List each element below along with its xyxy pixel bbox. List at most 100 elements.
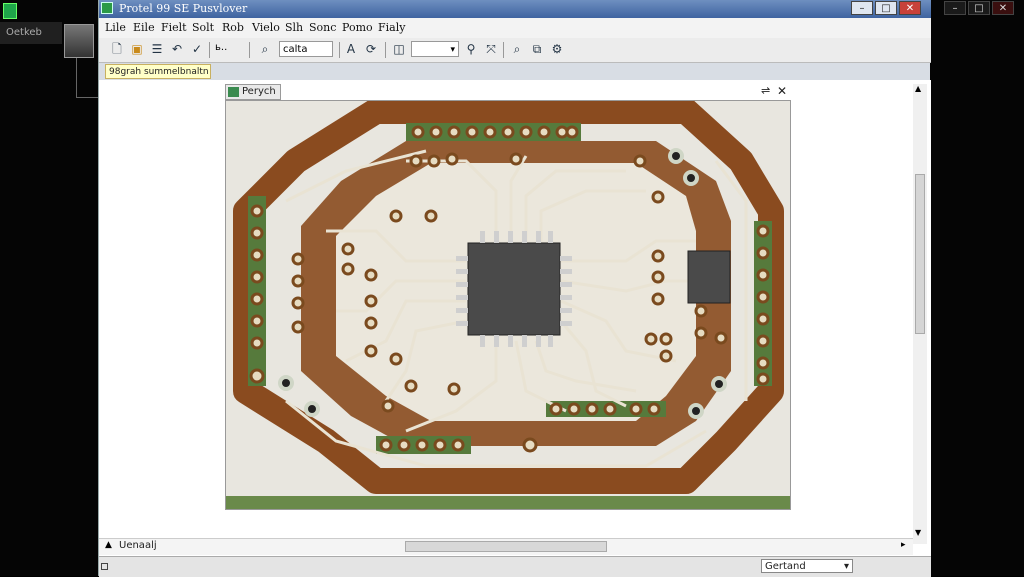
pad [756,356,770,370]
pad [250,270,264,284]
text-a-icon[interactable]: A [343,41,359,57]
connector-line [76,58,98,98]
horizontal-scroll-thumb[interactable] [405,541,607,552]
pad [756,268,770,282]
scroll-up-icon[interactable]: ▲ [915,84,921,93]
window-title: Protel 99 SE Pusvlover [119,2,248,15]
layer-icon[interactable]: ◫ [391,41,407,57]
pad [509,152,523,166]
pad [501,125,515,139]
app-logo-icon[interactable] [3,3,17,19]
pad [379,438,393,452]
left-header [248,196,266,386]
restore-button[interactable]: □ [875,1,897,15]
close-document-icon[interactable]: ✕ [777,84,787,98]
close-button[interactable]: ✕ [899,1,921,15]
menu-item-solt[interactable]: Solt [192,21,214,34]
pad [250,204,264,218]
scroll-down-icon[interactable]: ▼ [915,528,921,537]
menu-item-pomo[interactable]: Pomo [342,21,373,34]
pad [250,292,264,306]
status-text: Gertand [765,561,806,572]
menu-bar: Lile Eile Fielt Solt Rob Vielo Slh Sonc … [99,18,931,39]
pad [756,312,770,326]
pad [465,125,479,139]
drc-icon[interactable]: ⚙ [549,41,565,57]
zoom-icon[interactable]: ⌕ [257,41,273,57]
outer-minimize-button[interactable]: – [944,1,966,15]
pad [585,402,599,416]
undo-icon[interactable]: ↶ [169,41,185,57]
check-icon[interactable]: ✓ [189,41,205,57]
rotate-icon[interactable]: ⟳ [363,41,379,57]
chevron-down-icon: ▾ [450,45,455,55]
toolbar-separator [249,42,250,58]
pcb-doc-icon [228,87,239,97]
status-bar: Gertand ▾ [99,556,931,577]
document-tab[interactable]: Perych [225,84,281,100]
vertical-scrollbar[interactable]: ▲ ▼ [913,84,927,544]
pin-icon[interactable]: ⚲ [463,41,479,57]
pcb-board-drawing [226,101,790,509]
new-file-icon[interactable]: 🗋 [109,41,125,57]
pad [424,209,438,223]
menu-item-fielt[interactable]: Fielt [161,21,187,34]
left-tab-label: Oetkeb [6,27,42,38]
menu-item-slh[interactable]: Slh [285,21,303,34]
minimize-button[interactable]: – [851,1,873,15]
status-indicator-icon [101,563,108,570]
menu-item-sonc[interactable]: Sonc [309,21,336,34]
open-folder-icon[interactable]: ▣ [129,41,145,57]
ic-pin [560,269,572,274]
ic-pin [536,231,541,243]
scroll-left-icon[interactable]: ▲ [105,540,112,550]
left-taskbar-tab[interactable]: Oetkeb [0,22,62,44]
layer-combo[interactable]: ▾ [411,41,459,57]
horizontal-scrollbar[interactable]: ▲ Uenaalj ▸ [99,538,913,555]
main-window: Protel 99 SE Pusvlover – □ ✕ Lile Eile F… [98,0,931,577]
pad [381,399,395,413]
pad [565,125,579,139]
chevron-down-icon: ▾ [843,561,849,572]
pad [364,294,378,308]
search-icon[interactable]: ⌕ [509,41,525,57]
ic-pin [522,335,527,347]
title-bar[interactable]: Protel 99 SE Pusvlover – □ ✕ [99,0,931,18]
pad [603,402,617,416]
menu-item-vielo[interactable]: Vielo [252,21,280,34]
toolbar-separator [385,42,386,58]
pad [567,402,581,416]
scroll-right-icon[interactable]: ▸ [901,540,906,550]
font-combo[interactable]: calta [279,41,333,57]
outer-restore-button[interactable]: □ [968,1,990,15]
vertical-scroll-thumb[interactable] [915,174,925,334]
menu-item-fialy[interactable]: Fialy [378,21,405,34]
mounting-hole [683,170,699,186]
zoom-combo[interactable]: ь.. [215,42,227,53]
pad [549,402,563,416]
window-thumbnail[interactable] [64,24,94,58]
float-panel-icon[interactable]: ⇌ [761,84,770,97]
copy-icon[interactable]: ⧉ [529,41,545,57]
pad [411,125,425,139]
ic-pin [480,335,485,347]
pcb-canvas[interactable] [225,100,791,510]
mounting-hole [304,401,320,417]
outer-close-button[interactable]: ✕ [992,1,1014,15]
ic-pin [548,335,553,347]
menu-item-lile[interactable]: Lile [105,21,126,34]
list-icon[interactable]: ☰ [149,41,165,57]
document-tab-label: Perych [242,86,276,97]
pad [291,296,305,310]
scroll-label: Uenaalj [119,540,157,551]
pad [537,125,551,139]
ic-pin [560,256,572,261]
menu-item-eile[interactable]: Eile [133,21,155,34]
ic-pin [536,335,541,347]
status-field[interactable]: Gertand ▾ [761,559,853,573]
small-ic [687,250,731,304]
pad [644,332,658,346]
menu-item-rob[interactable]: Rob [222,21,244,34]
route-icon[interactable]: ⤧ [483,41,499,57]
toolbar-separator [339,42,340,58]
